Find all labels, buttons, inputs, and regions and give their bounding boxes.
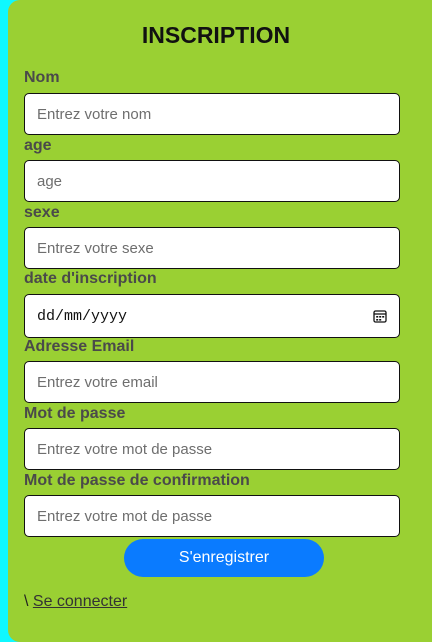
confirm-password-label: Mot de passe de confirmation [24, 472, 250, 489]
register-button[interactable]: S'enregistrer [124, 539, 324, 577]
registration-card: INSCRIPTION Nom age sexe date d'inscript… [8, 0, 432, 642]
login-link[interactable]: Se connecter [33, 593, 127, 610]
page-title: INSCRIPTION [141, 22, 291, 48]
registration-date-input[interactable]: dd/mm/yyyy [24, 294, 400, 338]
date-placeholder: dd/mm/yyyy [37, 307, 128, 325]
sex-input[interactable] [24, 227, 400, 269]
sex-label: sexe [24, 204, 60, 221]
name-input[interactable] [24, 93, 400, 135]
registration-date-label: date d'inscription [24, 270, 157, 287]
age-input[interactable] [24, 160, 400, 202]
email-input[interactable] [24, 361, 400, 403]
login-prefix: \ [24, 593, 33, 610]
calendar-icon[interactable] [373, 309, 387, 323]
confirm-password-input[interactable] [24, 495, 400, 537]
password-input[interactable] [24, 428, 400, 470]
password-label: Mot de passe [24, 405, 126, 422]
age-label: age [24, 137, 52, 154]
email-label: Adresse Email [24, 338, 135, 355]
name-label: Nom [24, 69, 60, 86]
login-line: \ Se connecter [24, 593, 127, 611]
